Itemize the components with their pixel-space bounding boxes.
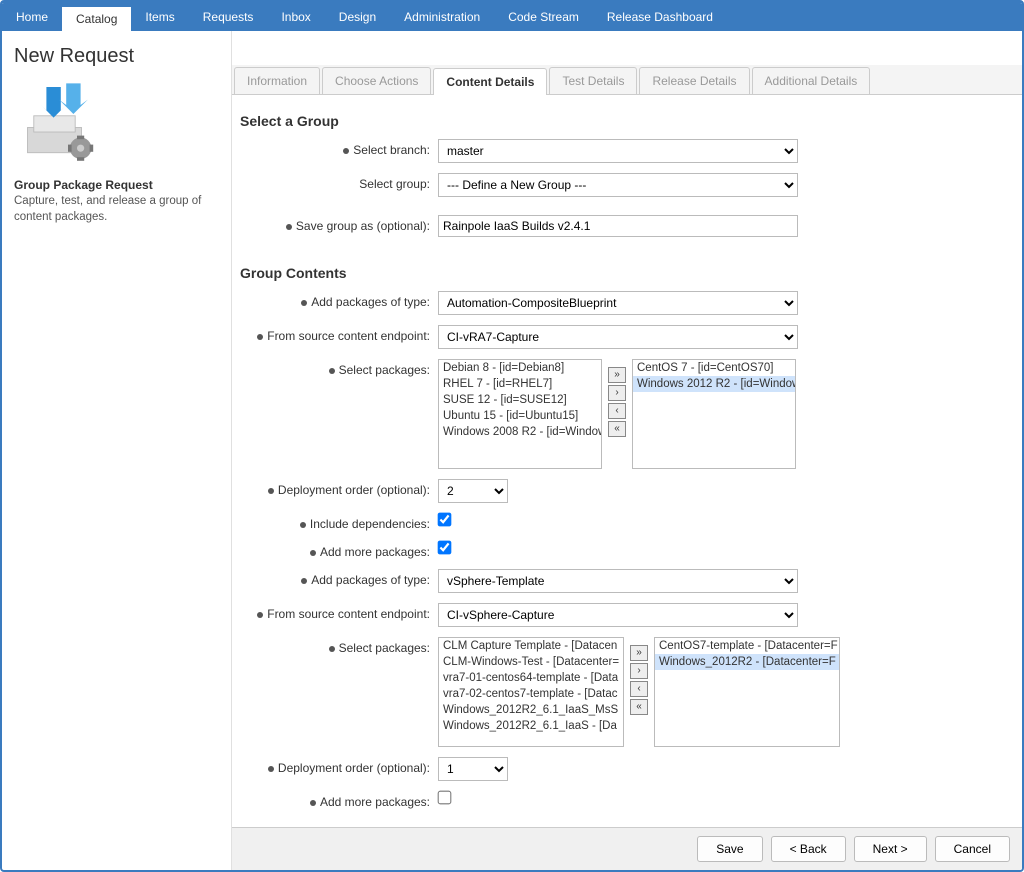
- nav-codestream[interactable]: Code Stream: [494, 3, 593, 31]
- select-group[interactable]: --- Define a New Group ---: [438, 173, 798, 197]
- label-add-more-1: Add more packages:: [238, 541, 438, 559]
- select-branch[interactable]: master: [438, 139, 798, 163]
- transfer-buttons-2: » › ‹ «: [630, 645, 648, 715]
- nav-release-dashboard[interactable]: Release Dashboard: [593, 3, 727, 31]
- label-deploy-order-1: Deployment order (optional):: [238, 479, 438, 497]
- top-nav: Home Catalog Items Requests Inbox Design…: [2, 3, 1022, 31]
- list-item[interactable]: Windows 2008 R2 - [id=Window: [439, 424, 601, 440]
- form-tabs: Information Choose Actions Content Detai…: [232, 65, 1022, 95]
- move-left-icon[interactable]: ‹: [630, 681, 648, 697]
- select-source-endpoint-1[interactable]: CI-vRA7-Capture: [438, 325, 798, 349]
- nav-catalog[interactable]: Catalog: [62, 5, 131, 31]
- nav-inbox[interactable]: Inbox: [267, 3, 324, 31]
- checkbox-add-more-2[interactable]: [438, 791, 452, 805]
- list-item[interactable]: RHEL 7 - [id=RHEL7]: [439, 376, 601, 392]
- tab-release-details[interactable]: Release Details: [639, 67, 749, 94]
- list-item[interactable]: vra7-02-centos7-template - [Datac: [439, 686, 623, 702]
- transfer-buttons-1: » › ‹ «: [608, 367, 626, 437]
- list-item[interactable]: CLM-Windows-Test - [Datacenter=: [439, 654, 623, 670]
- label-deploy-order-2: Deployment order (optional):: [238, 757, 438, 775]
- list-item[interactable]: Debian 8 - [id=Debian8]: [439, 360, 601, 376]
- label-source-endpoint-2: From source content endpoint:: [238, 603, 438, 621]
- input-save-group-as[interactable]: [438, 215, 798, 237]
- label-select-group: Select group:: [238, 173, 438, 191]
- footer-buttons: Save < Back Next > Cancel: [232, 827, 1022, 870]
- sidebar-desc: Capture, test, and release a group of co…: [14, 194, 219, 225]
- label-save-group-as: Save group as (optional):: [238, 215, 438, 233]
- section-group-contents: Group Contents: [240, 265, 1004, 281]
- list-item[interactable]: CentOS7-template - [Datacenter=F: [655, 638, 839, 654]
- list-item[interactable]: SUSE 12 - [id=SUSE12]: [439, 392, 601, 408]
- tab-information[interactable]: Information: [234, 67, 320, 94]
- select-source-endpoint-2[interactable]: CI-vSphere-Capture: [438, 603, 798, 627]
- list-item[interactable]: Ubuntu 15 - [id=Ubuntu15]: [439, 408, 601, 424]
- nav-requests[interactable]: Requests: [189, 3, 268, 31]
- cancel-button[interactable]: Cancel: [935, 836, 1010, 862]
- sidebar: New Request Group Package Request Captur…: [2, 31, 232, 870]
- list-item[interactable]: CentOS 7 - [id=CentOS70]: [633, 360, 795, 376]
- app-window: Home Catalog Items Requests Inbox Design…: [0, 0, 1024, 872]
- checkbox-include-deps[interactable]: [438, 513, 452, 527]
- nav-items[interactable]: Items: [131, 3, 188, 31]
- select-deploy-order-2[interactable]: 1: [438, 757, 508, 781]
- nav-design[interactable]: Design: [325, 3, 390, 31]
- label-select-branch: Select branch:: [238, 139, 438, 157]
- available-packages-1[interactable]: Debian 8 - [id=Debian8] RHEL 7 - [id=RHE…: [438, 359, 602, 469]
- tab-additional-details[interactable]: Additional Details: [752, 67, 871, 94]
- list-item[interactable]: Windows_2012R2 - [Datacenter=F: [655, 654, 839, 670]
- checkbox-add-more-1[interactable]: [438, 541, 452, 555]
- save-button[interactable]: Save: [697, 836, 762, 862]
- nav-admin[interactable]: Administration: [390, 3, 494, 31]
- label-select-packages-2: Select packages:: [238, 637, 438, 655]
- list-item[interactable]: Windows 2012 R2 - [id=Window: [633, 376, 795, 392]
- select-package-type-2[interactable]: vSphere-Template: [438, 569, 798, 593]
- list-item[interactable]: Windows_2012R2_6.1_IaaS_MsS: [439, 702, 623, 718]
- move-all-right-icon[interactable]: »: [608, 367, 626, 383]
- form-area: Select a Group Select branch: master Sel…: [232, 95, 1022, 827]
- tab-content-details[interactable]: Content Details: [433, 68, 547, 95]
- list-item[interactable]: vra7-01-centos64-template - [Data: [439, 670, 623, 686]
- move-all-left-icon[interactable]: «: [608, 421, 626, 437]
- label-source-endpoint-1: From source content endpoint:: [238, 325, 438, 343]
- label-add-packages-type-1: Add packages of type:: [238, 291, 438, 309]
- list-item[interactable]: Windows_2012R2_6.1_IaaS - [Da: [439, 718, 623, 734]
- list-item[interactable]: CLM Capture Template - [Datacen: [439, 638, 623, 654]
- package-group-icon: [14, 78, 104, 168]
- selected-packages-1[interactable]: CentOS 7 - [id=CentOS70] Windows 2012 R2…: [632, 359, 796, 469]
- label-include-deps: Include dependencies:: [238, 513, 438, 531]
- back-button[interactable]: < Back: [771, 836, 846, 862]
- move-all-left-icon[interactable]: «: [630, 699, 648, 715]
- available-packages-2[interactable]: CLM Capture Template - [Datacen CLM-Wind…: [438, 637, 624, 747]
- tab-test-details[interactable]: Test Details: [549, 67, 637, 94]
- move-right-icon[interactable]: ›: [608, 385, 626, 401]
- move-right-icon[interactable]: ›: [630, 663, 648, 679]
- move-all-right-icon[interactable]: »: [630, 645, 648, 661]
- label-select-packages-1: Select packages:: [238, 359, 438, 377]
- label-add-packages-type-2: Add packages of type:: [238, 569, 438, 587]
- select-package-type-1[interactable]: Automation-CompositeBlueprint: [438, 291, 798, 315]
- page-title: New Request: [14, 45, 219, 68]
- sidebar-title: Group Package Request: [14, 178, 219, 192]
- nav-home[interactable]: Home: [2, 3, 62, 31]
- tab-choose-actions[interactable]: Choose Actions: [322, 67, 431, 94]
- label-add-more-2: Add more packages:: [238, 791, 438, 809]
- section-select-group: Select a Group: [240, 113, 1004, 129]
- main-panel: Information Choose Actions Content Detai…: [232, 31, 1022, 870]
- selected-packages-2[interactable]: CentOS7-template - [Datacenter=F Windows…: [654, 637, 840, 747]
- move-left-icon[interactable]: ‹: [608, 403, 626, 419]
- select-deploy-order-1[interactable]: 2: [438, 479, 508, 503]
- next-button[interactable]: Next >: [854, 836, 927, 862]
